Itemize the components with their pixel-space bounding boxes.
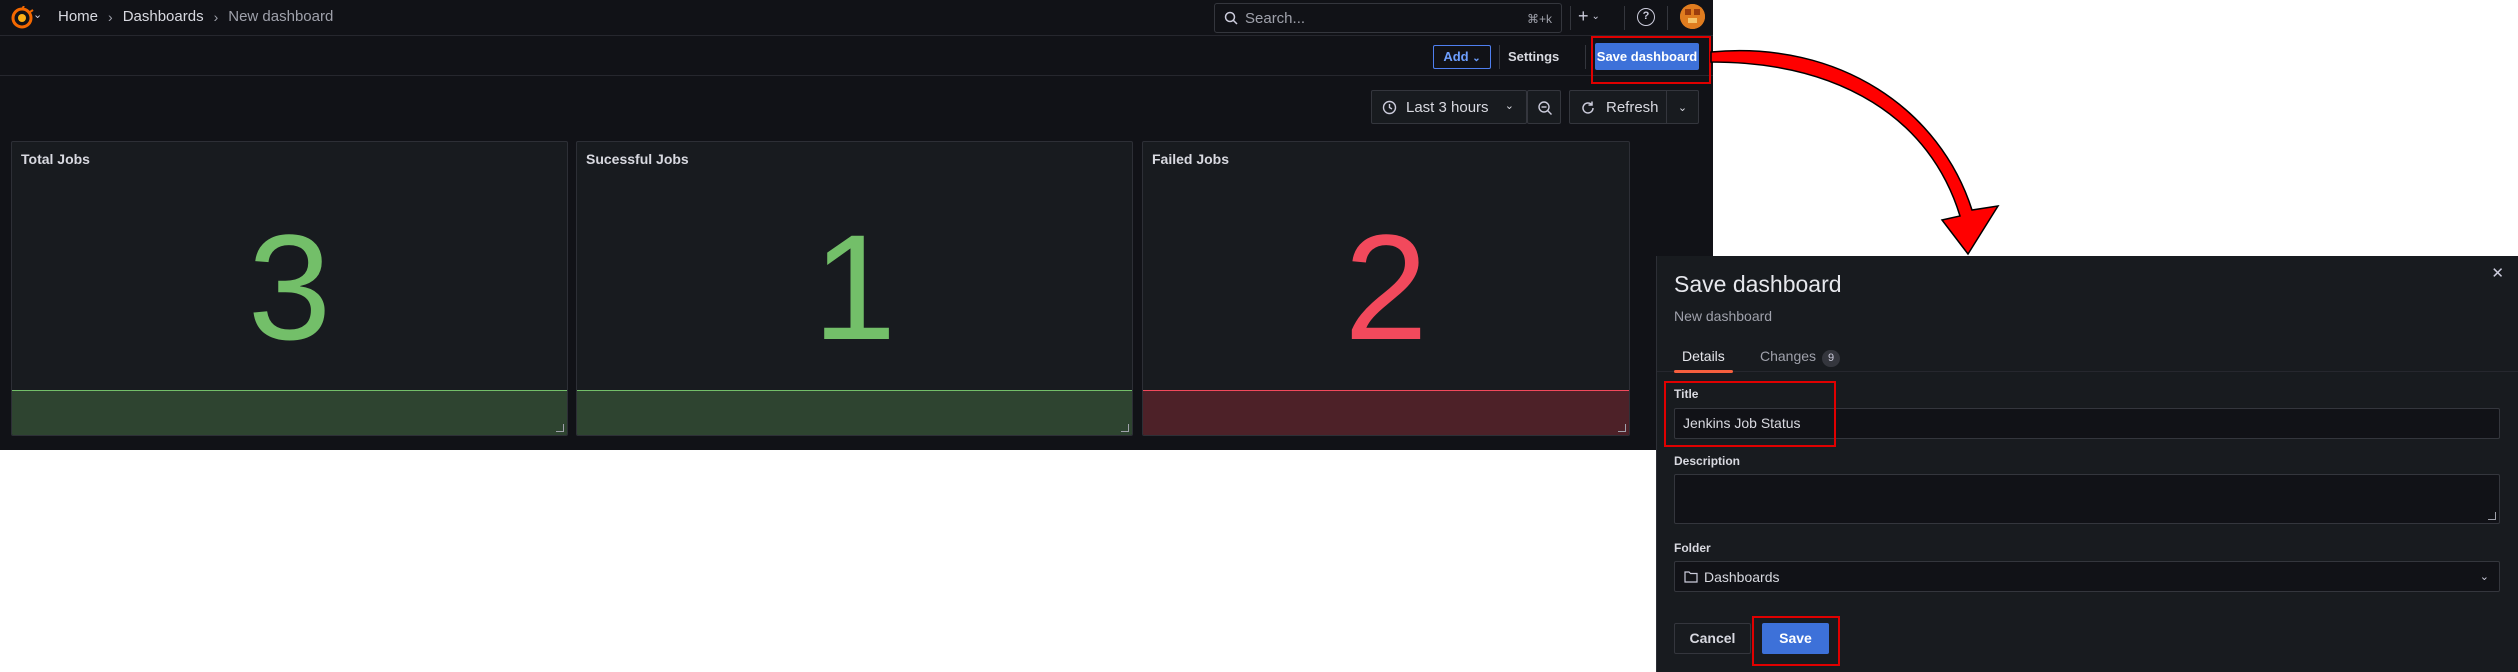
screenshot-stage: ⌄ Home › Dashboards › New dashboard Sear…: [0, 0, 2518, 672]
annotation-arrow-icon: [1710, 50, 2000, 256]
